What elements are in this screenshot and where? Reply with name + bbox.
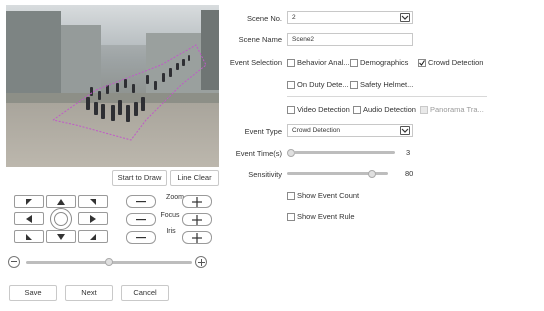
event-time-value: 3: [406, 148, 411, 157]
plus-icon: [192, 214, 202, 225]
show-event-count-label: Show Event Count: [297, 191, 360, 200]
checkbox-icon[interactable]: [350, 58, 358, 67]
ptz-up-left-button[interactable]: [14, 195, 44, 208]
focus-near-button[interactable]: [126, 213, 156, 226]
scene-name-label: Scene Name: [238, 35, 282, 44]
event-demographics[interactable]: Demographics: [350, 58, 408, 67]
ptz-down-button[interactable]: [46, 230, 76, 243]
sensitivity-slider-thumb[interactable]: [368, 170, 376, 178]
show-event-count-checkbox[interactable]: Show Event Count: [287, 191, 359, 200]
next-button[interactable]: Next: [65, 285, 113, 301]
event-type-label: Event Type: [244, 127, 282, 136]
plus-icon: [197, 258, 205, 266]
checkbox-icon[interactable]: [350, 80, 358, 89]
event-behavior-analysis[interactable]: Behavior Anal...: [287, 58, 350, 67]
event-panorama-tracking: Panorama Tra...: [420, 105, 484, 114]
arrow-right-icon: [90, 214, 96, 223]
ptz-up-button[interactable]: [46, 195, 76, 208]
scene-name-input[interactable]: Scene2: [287, 33, 413, 46]
ptz-right-button[interactable]: [78, 212, 108, 225]
event-type-value: Crowd Detection: [292, 127, 341, 134]
arrow-down-right-icon: [90, 233, 96, 240]
show-event-rule-checkbox[interactable]: Show Event Rule: [287, 212, 355, 221]
sensitivity-label: Sensitivity: [248, 170, 282, 179]
detection-region-outline: [52, 44, 207, 141]
speed-increase-button[interactable]: [195, 256, 207, 268]
plus-icon: [192, 232, 202, 243]
sensitivity-value: 80: [405, 169, 414, 178]
minus-icon: [136, 200, 146, 202]
checkbox-icon[interactable]: [353, 105, 361, 114]
event-on-duty-detection[interactable]: On Duty Dete...: [287, 80, 349, 89]
scene-no-value: 2: [292, 14, 296, 21]
video-preview[interactable]: [6, 5, 219, 167]
event-label: Audio Detection: [363, 105, 416, 114]
checkbox-icon[interactable]: [287, 58, 295, 67]
event-time-label: Event Time(s): [235, 149, 282, 158]
event-label: Panorama Tra...: [430, 105, 484, 114]
checkbox-icon[interactable]: [287, 80, 295, 89]
speed-decrease-button[interactable]: [8, 256, 20, 268]
speed-slider-thumb[interactable]: [105, 258, 113, 266]
checkbox-icon[interactable]: [287, 191, 295, 200]
plus-icon: [192, 196, 202, 207]
zoom-out-button[interactable]: [126, 195, 156, 208]
event-video-detection[interactable]: Video Detection: [287, 105, 350, 114]
checkbox-checked-icon[interactable]: [418, 58, 426, 67]
scene-name-value: Scene2: [292, 36, 315, 43]
cancel-button[interactable]: Cancel: [121, 285, 169, 301]
event-safety-helmet[interactable]: Safety Helmet...: [350, 80, 413, 89]
event-label: Crowd Detection: [428, 58, 484, 67]
focus-far-button[interactable]: [182, 213, 212, 226]
focus-label: Focus: [160, 212, 180, 219]
event-label: Safety Helmet...: [360, 80, 414, 89]
scene-no-select[interactable]: 2: [287, 11, 413, 24]
chevron-down-icon: [400, 126, 410, 135]
scene-no-label: Scene No.: [246, 14, 282, 23]
arrow-up-icon: [57, 198, 65, 205]
event-label: Video Detection: [297, 105, 350, 114]
ptz-down-left-button[interactable]: [14, 230, 44, 243]
event-audio-detection[interactable]: Audio Detection: [353, 105, 416, 114]
minus-icon: [136, 218, 146, 220]
event-crowd-detection[interactable]: Crowd Detection: [418, 58, 483, 67]
ptz-up-right-button[interactable]: [78, 195, 108, 208]
iris-open-button[interactable]: [182, 231, 212, 244]
event-type-select[interactable]: Crowd Detection: [287, 124, 413, 137]
ptz-center-button[interactable]: [50, 208, 72, 230]
show-event-rule-label: Show Event Rule: [297, 212, 355, 221]
event-time-slider-track[interactable]: [294, 151, 395, 154]
arrow-up-right-icon: [90, 198, 96, 205]
divider: [287, 96, 487, 97]
checkbox-disabled-icon: [420, 105, 428, 114]
zoom-in-button[interactable]: [182, 195, 212, 208]
ptz-down-right-button[interactable]: [78, 230, 108, 243]
iris-label: Iris: [166, 228, 176, 235]
minus-icon: [11, 261, 17, 262]
event-selection-label: Event Selection: [229, 58, 282, 67]
event-label: On Duty Dete...: [297, 80, 349, 89]
arrow-down-icon: [57, 233, 65, 240]
checkbox-icon[interactable]: [287, 212, 295, 221]
iris-close-button[interactable]: [126, 231, 156, 244]
event-label: Behavior Anal...: [297, 58, 350, 67]
ptz-left-button[interactable]: [14, 212, 44, 225]
checkbox-icon[interactable]: [287, 105, 295, 114]
save-button[interactable]: Save: [9, 285, 57, 301]
start-to-draw-button[interactable]: Start to Draw: [112, 170, 167, 186]
arrow-up-left-icon: [26, 198, 32, 205]
arrow-down-left-icon: [26, 233, 32, 240]
ptz-center-icon: [54, 212, 68, 226]
arrow-left-icon: [26, 214, 32, 223]
minus-icon: [136, 236, 146, 238]
chevron-down-icon: [400, 13, 410, 22]
event-label: Demographics: [360, 58, 409, 67]
